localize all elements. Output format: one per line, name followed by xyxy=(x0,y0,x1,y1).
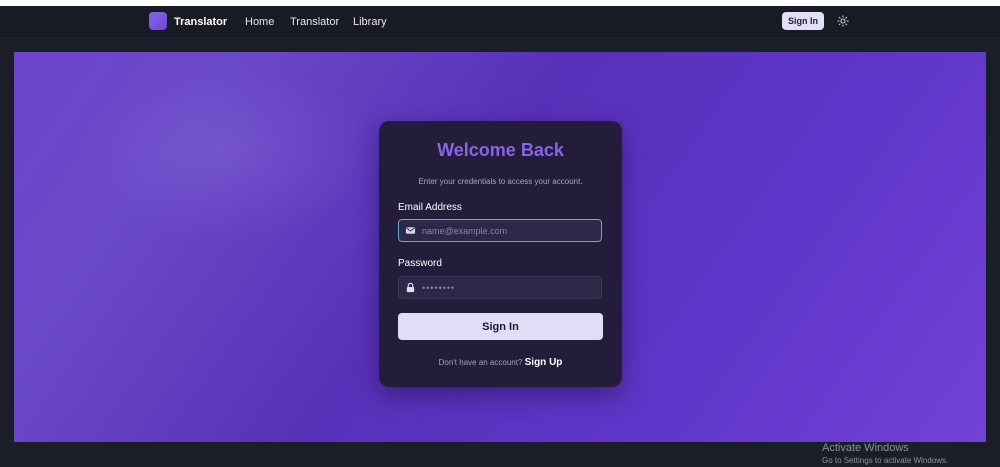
windows-activation-watermark: Activate Windows Go to Settings to activ… xyxy=(822,443,948,465)
nav-link-library[interactable]: Library xyxy=(353,15,387,29)
signup-link[interactable]: Sign Up xyxy=(525,357,563,368)
password-label: Password xyxy=(398,258,442,269)
brand-name[interactable]: Translator xyxy=(174,15,227,29)
top-navbar: Translator Home Translator Library Sign … xyxy=(0,6,1000,39)
email-label: Email Address xyxy=(398,202,462,213)
nav-link-home[interactable]: Home xyxy=(245,15,274,29)
mail-icon xyxy=(405,227,416,234)
theme-toggle-button[interactable] xyxy=(836,14,850,28)
card-title: Welcome Back xyxy=(437,140,564,160)
nav-link-translator[interactable]: Translator xyxy=(290,15,339,29)
nav-signin-button[interactable]: Sign In xyxy=(782,12,824,30)
sun-icon xyxy=(837,15,849,27)
hero-glow xyxy=(74,62,374,242)
signup-prompt: Don't have an account? Sign Up xyxy=(379,355,622,369)
email-field[interactable] xyxy=(398,219,602,242)
watermark-subtitle: Go to Settings to activate Windows. xyxy=(822,456,949,465)
email-input[interactable] xyxy=(422,220,597,241)
password-field[interactable] xyxy=(398,276,602,299)
signup-prompt-text: Don't have an account? xyxy=(438,358,525,367)
password-input[interactable] xyxy=(422,277,597,298)
login-card: Welcome Back Enter your credentials to a… xyxy=(379,121,622,387)
card-subtitle: Enter your credentials to access your ac… xyxy=(418,177,583,186)
watermark-title: Activate Windows xyxy=(822,442,909,454)
signin-submit-button[interactable]: Sign In xyxy=(398,313,603,340)
app-window: Translator Home Translator Library Sign … xyxy=(0,6,1000,467)
logo-icon[interactable] xyxy=(149,12,167,30)
lock-icon xyxy=(406,282,415,293)
